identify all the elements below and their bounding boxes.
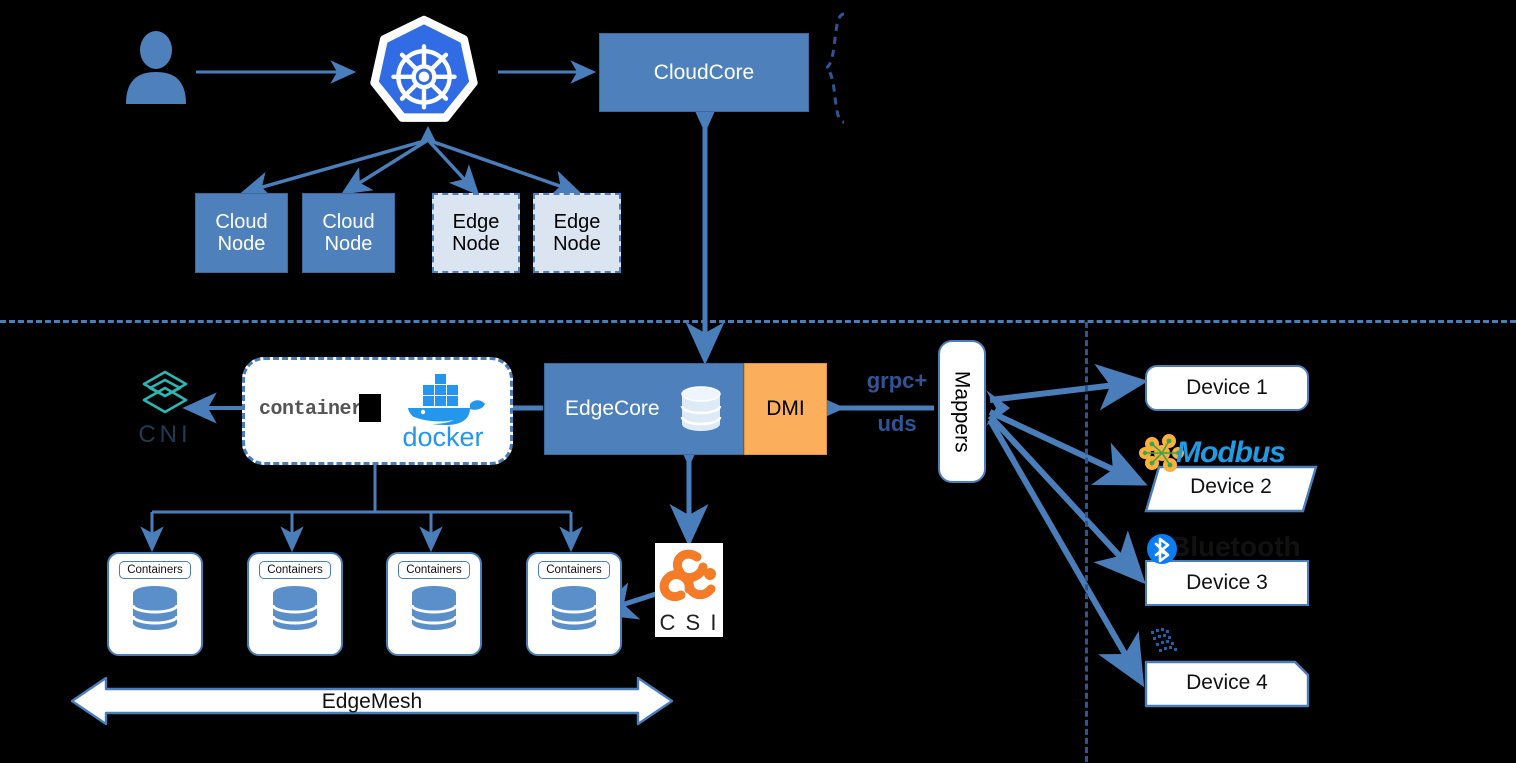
container-card-2[interactable]: Containers (247, 552, 343, 656)
bluetooth-icon (1147, 534, 1177, 564)
docker-label: docker (402, 422, 484, 452)
edgecore-label: EdgeCore (565, 397, 660, 421)
container-card-1[interactable]: Containers (107, 552, 203, 656)
node-box-cloud-1[interactable]: Cloud Node (195, 193, 288, 273)
bluetooth-logo: Bluetooth (1146, 533, 1316, 565)
cloud-edge-divider (0, 320, 1516, 323)
containerd-d-badge (359, 394, 381, 422)
edgemesh-arrow[interactable]: EdgeMesh (70, 676, 674, 726)
dmi-box[interactable]: DMI (744, 363, 827, 455)
database-icon (271, 586, 319, 630)
wifi-dots-icon (1151, 628, 1177, 652)
container-runtime-box[interactable]: containerd docker (242, 357, 513, 465)
docker-whale-icon (408, 374, 485, 425)
database-icon (550, 586, 598, 630)
cni-logo: CNI (134, 368, 196, 448)
edgemesh-label: EdgeMesh (321, 690, 423, 713)
node-label-line1: Cloud (215, 210, 268, 233)
device-label: Device 2 (1190, 475, 1272, 498)
mappers-label: Mappers (950, 370, 974, 453)
node-box-cloud-2[interactable]: Cloud Node (302, 193, 395, 273)
protocol-label-uds: uds (877, 411, 917, 436)
container-label: Containers (398, 561, 470, 579)
protocol-label-grpc: grpc+ (866, 368, 928, 393)
device-label: Device 4 (1186, 671, 1268, 694)
node-label-line1: Edge (452, 210, 500, 233)
csi-icon (659, 549, 716, 601)
user-icon (126, 31, 186, 104)
database-icon (680, 386, 721, 431)
database-icon (131, 586, 179, 630)
container-card-4[interactable]: Containers (526, 552, 622, 656)
cni-label: CNI (138, 421, 192, 448)
node-label-line2: Node (553, 233, 601, 255)
device-boundary-divider (1085, 322, 1088, 762)
device-box-4[interactable]: Device 4 (1144, 660, 1310, 708)
csi-label: C S I (659, 610, 719, 635)
modbus-logo: Modbus (1139, 434, 1302, 474)
node-label-line1: Edge (553, 210, 601, 233)
container-label: Containers (259, 561, 331, 579)
edgecore-box[interactable]: EdgeCore (544, 363, 744, 455)
mappers-box[interactable]: Mappers (938, 340, 986, 483)
bluetooth-wordmark: Bluetooth (1170, 533, 1301, 562)
containerd-label: containerd (259, 397, 375, 421)
curly-brace-dashed-icon (822, 12, 845, 124)
node-label-line2: Node (452, 233, 500, 255)
node-box-edge-1[interactable]: Edge Node (432, 193, 520, 273)
container-label: Containers (119, 561, 191, 579)
kubernetes-icon[interactable] (363, 15, 485, 139)
device-box-3[interactable]: Device 3 (1145, 560, 1309, 606)
device-box-1[interactable]: Device 1 (1145, 365, 1309, 411)
database-icon (410, 586, 458, 630)
container-label: Containers (538, 561, 610, 579)
cloudcore-box[interactable]: CloudCore (599, 33, 809, 112)
csi-logo-box[interactable]: C S I (655, 543, 723, 637)
container-card-3[interactable]: Containers (386, 552, 482, 656)
node-box-edge-2[interactable]: Edge Node (533, 193, 621, 273)
node-label-line1: Cloud (322, 210, 375, 233)
cni-icon (142, 370, 188, 414)
diagram-canvas: CloudCore Cloud Node Cloud Node Edge Nod… (0, 0, 1516, 763)
node-label-line2: Node (217, 233, 266, 255)
modbus-wordmark: Modbus (1176, 436, 1286, 469)
node-label-line2: Node (324, 233, 373, 255)
